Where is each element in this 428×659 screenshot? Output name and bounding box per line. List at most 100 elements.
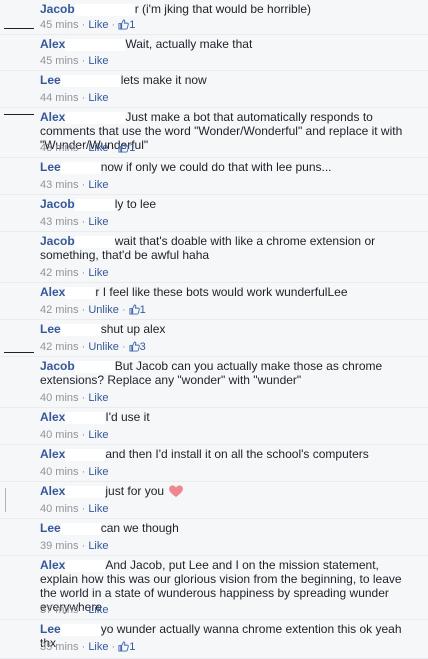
like-button[interactable]: Like <box>88 429 108 441</box>
comment-author-link[interactable]: Alex <box>40 558 65 572</box>
comment-timestamp-link[interactable]: 45 mins <box>40 19 79 31</box>
like-button[interactable]: Like <box>88 466 108 478</box>
comment-body: Alex I'd use it <box>40 410 420 424</box>
comment-author-link[interactable]: Jacob <box>40 359 75 373</box>
redacted-mention <box>65 485 106 498</box>
like-count[interactable]: 3 <box>140 341 146 353</box>
comment-author-link[interactable]: Lee <box>40 160 61 174</box>
comment-body: Alex r I feel like these bots would work … <box>40 285 420 299</box>
comment-timestamp-link[interactable]: 42 mins <box>40 341 79 353</box>
like-button[interactable]: Like <box>88 641 108 653</box>
thread-connector <box>4 28 34 29</box>
comment-body: Lee can we though <box>40 521 420 535</box>
like-count[interactable]: 1 <box>129 641 135 653</box>
like-button[interactable]: Like <box>88 540 108 552</box>
redacted-mention <box>60 161 101 174</box>
comment-author-link[interactable]: Jacob <box>40 197 75 211</box>
thumbs-up-icon[interactable] <box>118 142 130 157</box>
comment-timestamp-link[interactable]: 35 mins <box>40 641 79 653</box>
comment-meta: 37 mins · Like <box>40 604 109 617</box>
comment-timestamp-link[interactable]: 40 mins <box>40 429 79 441</box>
comment-meta: 39 mins · Like <box>40 540 109 553</box>
meta-separator: · <box>78 216 89 228</box>
comment-timestamp-link[interactable]: 39 mins <box>40 540 79 552</box>
comment-item: Jacob ly to lee 43 mins · Like <box>0 195 428 232</box>
comment-item: Jacob But Jacob can you actually make tho… <box>0 357 428 408</box>
comment-body: Alex just for you <box>40 484 420 501</box>
thumbs-up-icon[interactable] <box>118 19 130 34</box>
thumbs-up-icon[interactable] <box>129 341 140 356</box>
comment-author-link[interactable]: Jacob <box>40 2 75 16</box>
like-count[interactable]: 1 <box>129 19 135 31</box>
comment-meta: 40 mins · Like <box>40 392 109 405</box>
comment-timestamp-link[interactable]: 40 mins <box>40 466 79 478</box>
meta-separator: · <box>78 429 89 441</box>
unlike-button[interactable]: Unlike <box>88 304 119 316</box>
comment-timestamp-link[interactable]: 43 mins <box>40 216 79 228</box>
like-button[interactable]: Like <box>88 92 108 104</box>
comment-text: r I feel like these bots would work wund… <box>95 285 348 299</box>
like-count[interactable]: 1 <box>129 142 135 154</box>
meta-separator: · <box>78 604 89 616</box>
thread-connector <box>5 488 6 512</box>
thread-connector <box>4 352 34 353</box>
comment-timestamp-link[interactable]: 45 mins <box>40 55 79 67</box>
comment-author-link[interactable]: Lee <box>40 521 61 535</box>
like-button[interactable]: Like <box>88 267 108 279</box>
like-button[interactable]: Like <box>88 604 108 616</box>
comment-timestamp-link[interactable]: 42 mins <box>40 267 79 279</box>
comment-timestamp-link[interactable]: 43 mins <box>40 142 79 154</box>
comment-timestamp-link[interactable]: 40 mins <box>40 503 79 515</box>
comment-body: Alex and then I'd install it on all the s… <box>40 447 420 461</box>
comment-author-link[interactable]: Alex <box>40 37 65 51</box>
comment-timestamp-link[interactable]: 44 mins <box>40 92 79 104</box>
unlike-button[interactable]: Unlike <box>88 341 119 353</box>
like-button[interactable]: Like <box>88 216 108 228</box>
comment-author-link[interactable]: Alex <box>40 410 65 424</box>
like-button[interactable]: Like <box>88 179 108 191</box>
comment-item: Alex Just make a bot that automatically r… <box>0 108 428 158</box>
redacted-mention <box>65 286 96 299</box>
comment-author-link[interactable]: Alex <box>40 285 65 299</box>
comment-author-link[interactable]: Alex <box>40 484 65 498</box>
comment-text: I'd use it <box>105 410 150 424</box>
comment-timestamp-link[interactable]: 42 mins <box>40 304 79 316</box>
comment-item: Alex just for you 40 mins · Like <box>0 482 428 519</box>
comment-author-link[interactable]: Jacob <box>40 234 75 248</box>
thumbs-up-icon[interactable] <box>129 304 140 319</box>
meta-separator: · <box>78 19 89 31</box>
comment-author-link[interactable]: Lee <box>40 622 61 636</box>
comment-timestamp-link[interactable]: 37 mins <box>40 604 79 616</box>
comment-timestamp-link[interactable]: 40 mins <box>40 392 79 404</box>
meta-separator: · <box>78 466 89 478</box>
meta-separator: · <box>78 179 89 191</box>
comment-item: Lee lets make it now 44 mins · Like <box>0 71 428 108</box>
redacted-mention <box>65 559 106 572</box>
like-button[interactable]: Like <box>88 142 108 154</box>
redacted-mention <box>74 360 115 373</box>
like-count[interactable]: 1 <box>140 304 146 316</box>
comment-body: Lee shut up alex <box>40 322 420 336</box>
comment-timestamp-link[interactable]: 43 mins <box>40 179 79 191</box>
comment-author-link[interactable]: Alex <box>40 110 65 124</box>
meta-separator: · <box>108 19 119 31</box>
comment-text: shut up alex <box>100 322 166 336</box>
comment-item: Jacob wait that's doable with like a chro… <box>0 232 428 283</box>
comment-author-link[interactable]: Alex <box>40 447 65 461</box>
meta-separator: · <box>78 92 89 104</box>
comment-meta: 42 mins · Unlike · 3 <box>40 341 146 356</box>
comment-author-link[interactable]: Lee <box>40 73 61 87</box>
thumbs-up-icon[interactable] <box>118 641 130 656</box>
comment-body: Jacob wait that's doable with like a chro… <box>40 234 420 262</box>
like-button[interactable]: Like <box>88 392 108 404</box>
thread-connector <box>4 114 34 115</box>
like-button[interactable]: Like <box>88 55 108 67</box>
like-button[interactable]: Like <box>88 19 108 31</box>
comment-item: Lee now if only we could do that with lee… <box>0 158 428 195</box>
comment-meta: 44 mins · Like <box>40 92 109 105</box>
comment-text: now if only we could do that with lee pu… <box>100 160 332 174</box>
comment-author-link[interactable]: Lee <box>40 322 61 336</box>
comment-meta: 42 mins · Like <box>40 267 109 280</box>
like-button[interactable]: Like <box>88 503 108 515</box>
comment-item: Alex Wait, actually make that 45 mins · Li… <box>0 35 428 71</box>
